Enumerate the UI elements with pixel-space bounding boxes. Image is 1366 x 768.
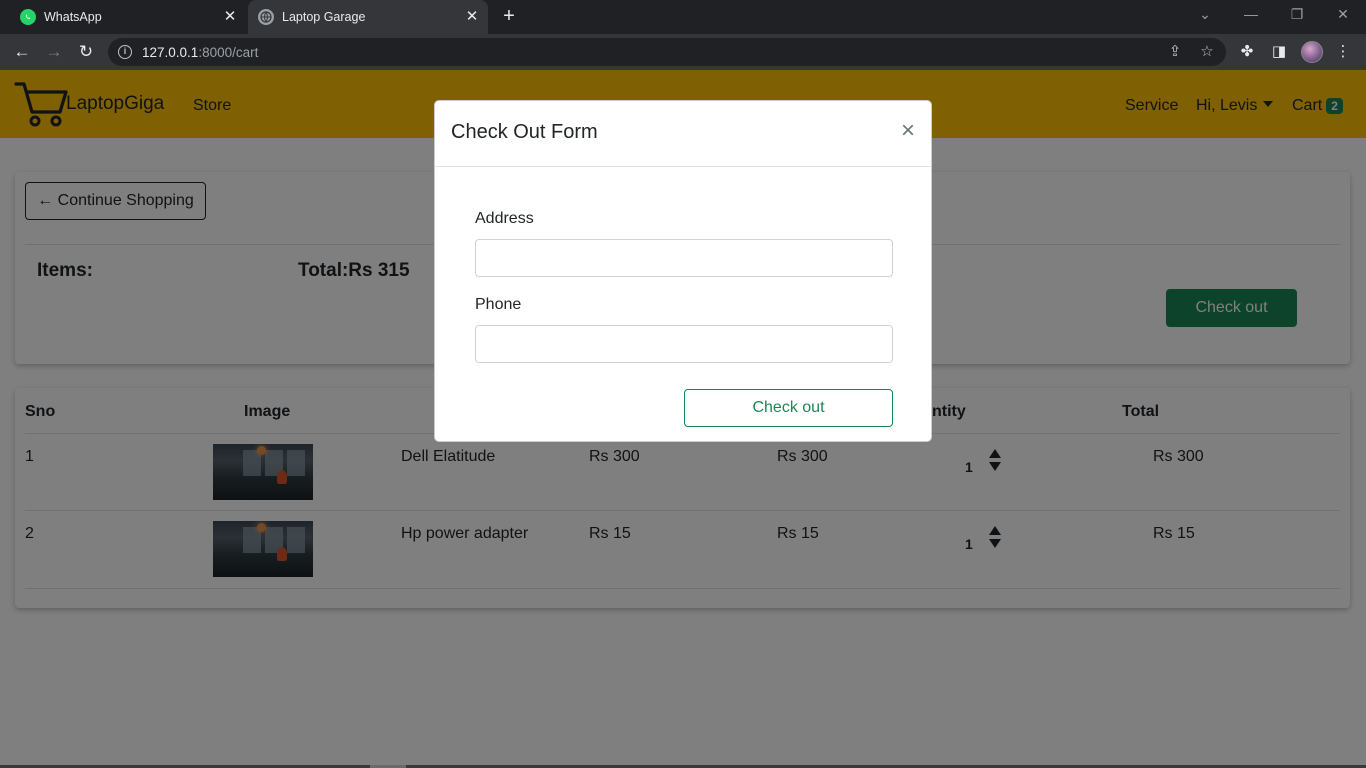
- minimize-icon[interactable]: —: [1228, 0, 1274, 30]
- whatsapp-icon: [20, 9, 36, 25]
- plus-icon[interactable]: +: [499, 6, 519, 26]
- forward-icon[interactable]: →: [42, 40, 66, 64]
- globe-icon: [258, 9, 274, 25]
- close-tab-icon[interactable]: ✕: [222, 9, 238, 25]
- restore-icon[interactable]: ❐: [1274, 0, 1320, 30]
- side-panel-icon[interactable]: ◨: [1269, 42, 1289, 62]
- menu-kebab-icon[interactable]: ⋮: [1333, 42, 1353, 62]
- address-input[interactable]: [475, 239, 893, 277]
- close-icon[interactable]: ×: [898, 119, 918, 143]
- bookmark-star-icon[interactable]: ☆: [1198, 43, 1216, 61]
- modal-checkout-button[interactable]: Check out: [684, 389, 893, 427]
- tab-laptop-garage[interactable]: Laptop Garage ✕: [248, 0, 488, 34]
- address-label: Address: [475, 210, 534, 227]
- address-bar[interactable]: i 127.0.0.1:8000/cart ⇪ ☆: [108, 38, 1226, 66]
- tab-search-icon[interactable]: ⌄: [1182, 0, 1228, 30]
- share-icon[interactable]: ⇪: [1166, 43, 1184, 61]
- site-info-icon[interactable]: i: [118, 45, 132, 59]
- profile-avatar[interactable]: [1301, 41, 1323, 63]
- close-window-icon[interactable]: ✕: [1320, 0, 1366, 30]
- browser-toolbar: ← → ↻ i 127.0.0.1:8000/cart ⇪ ☆ ✤ ◨ ⋮: [0, 34, 1366, 70]
- back-icon[interactable]: ←: [10, 40, 34, 64]
- url-text[interactable]: 127.0.0.1:8000/cart: [142, 45, 258, 60]
- phone-input[interactable]: [475, 325, 893, 363]
- modal-title: Check Out Form: [451, 121, 598, 143]
- extensions-puzzle-icon[interactable]: ✤: [1237, 42, 1257, 62]
- tab-title: WhatsApp: [44, 10, 102, 24]
- tab-title: Laptop Garage: [282, 10, 366, 24]
- reload-icon[interactable]: ↻: [74, 40, 98, 64]
- tab-whatsapp[interactable]: WhatsApp ✕: [12, 0, 246, 34]
- phone-label: Phone: [475, 296, 522, 313]
- page: LaptopGiga Store Service Hi, Levis Cart2…: [0, 70, 1366, 768]
- checkout-modal: Check Out Form × Address Phone Check out: [434, 100, 932, 442]
- close-tab-icon[interactable]: ✕: [464, 9, 480, 25]
- modal-header: Check Out Form ×: [435, 101, 931, 167]
- browser-tab-bar: WhatsApp ✕ Laptop Garage ✕ + ⌄ — ❐ ✕: [0, 0, 1366, 34]
